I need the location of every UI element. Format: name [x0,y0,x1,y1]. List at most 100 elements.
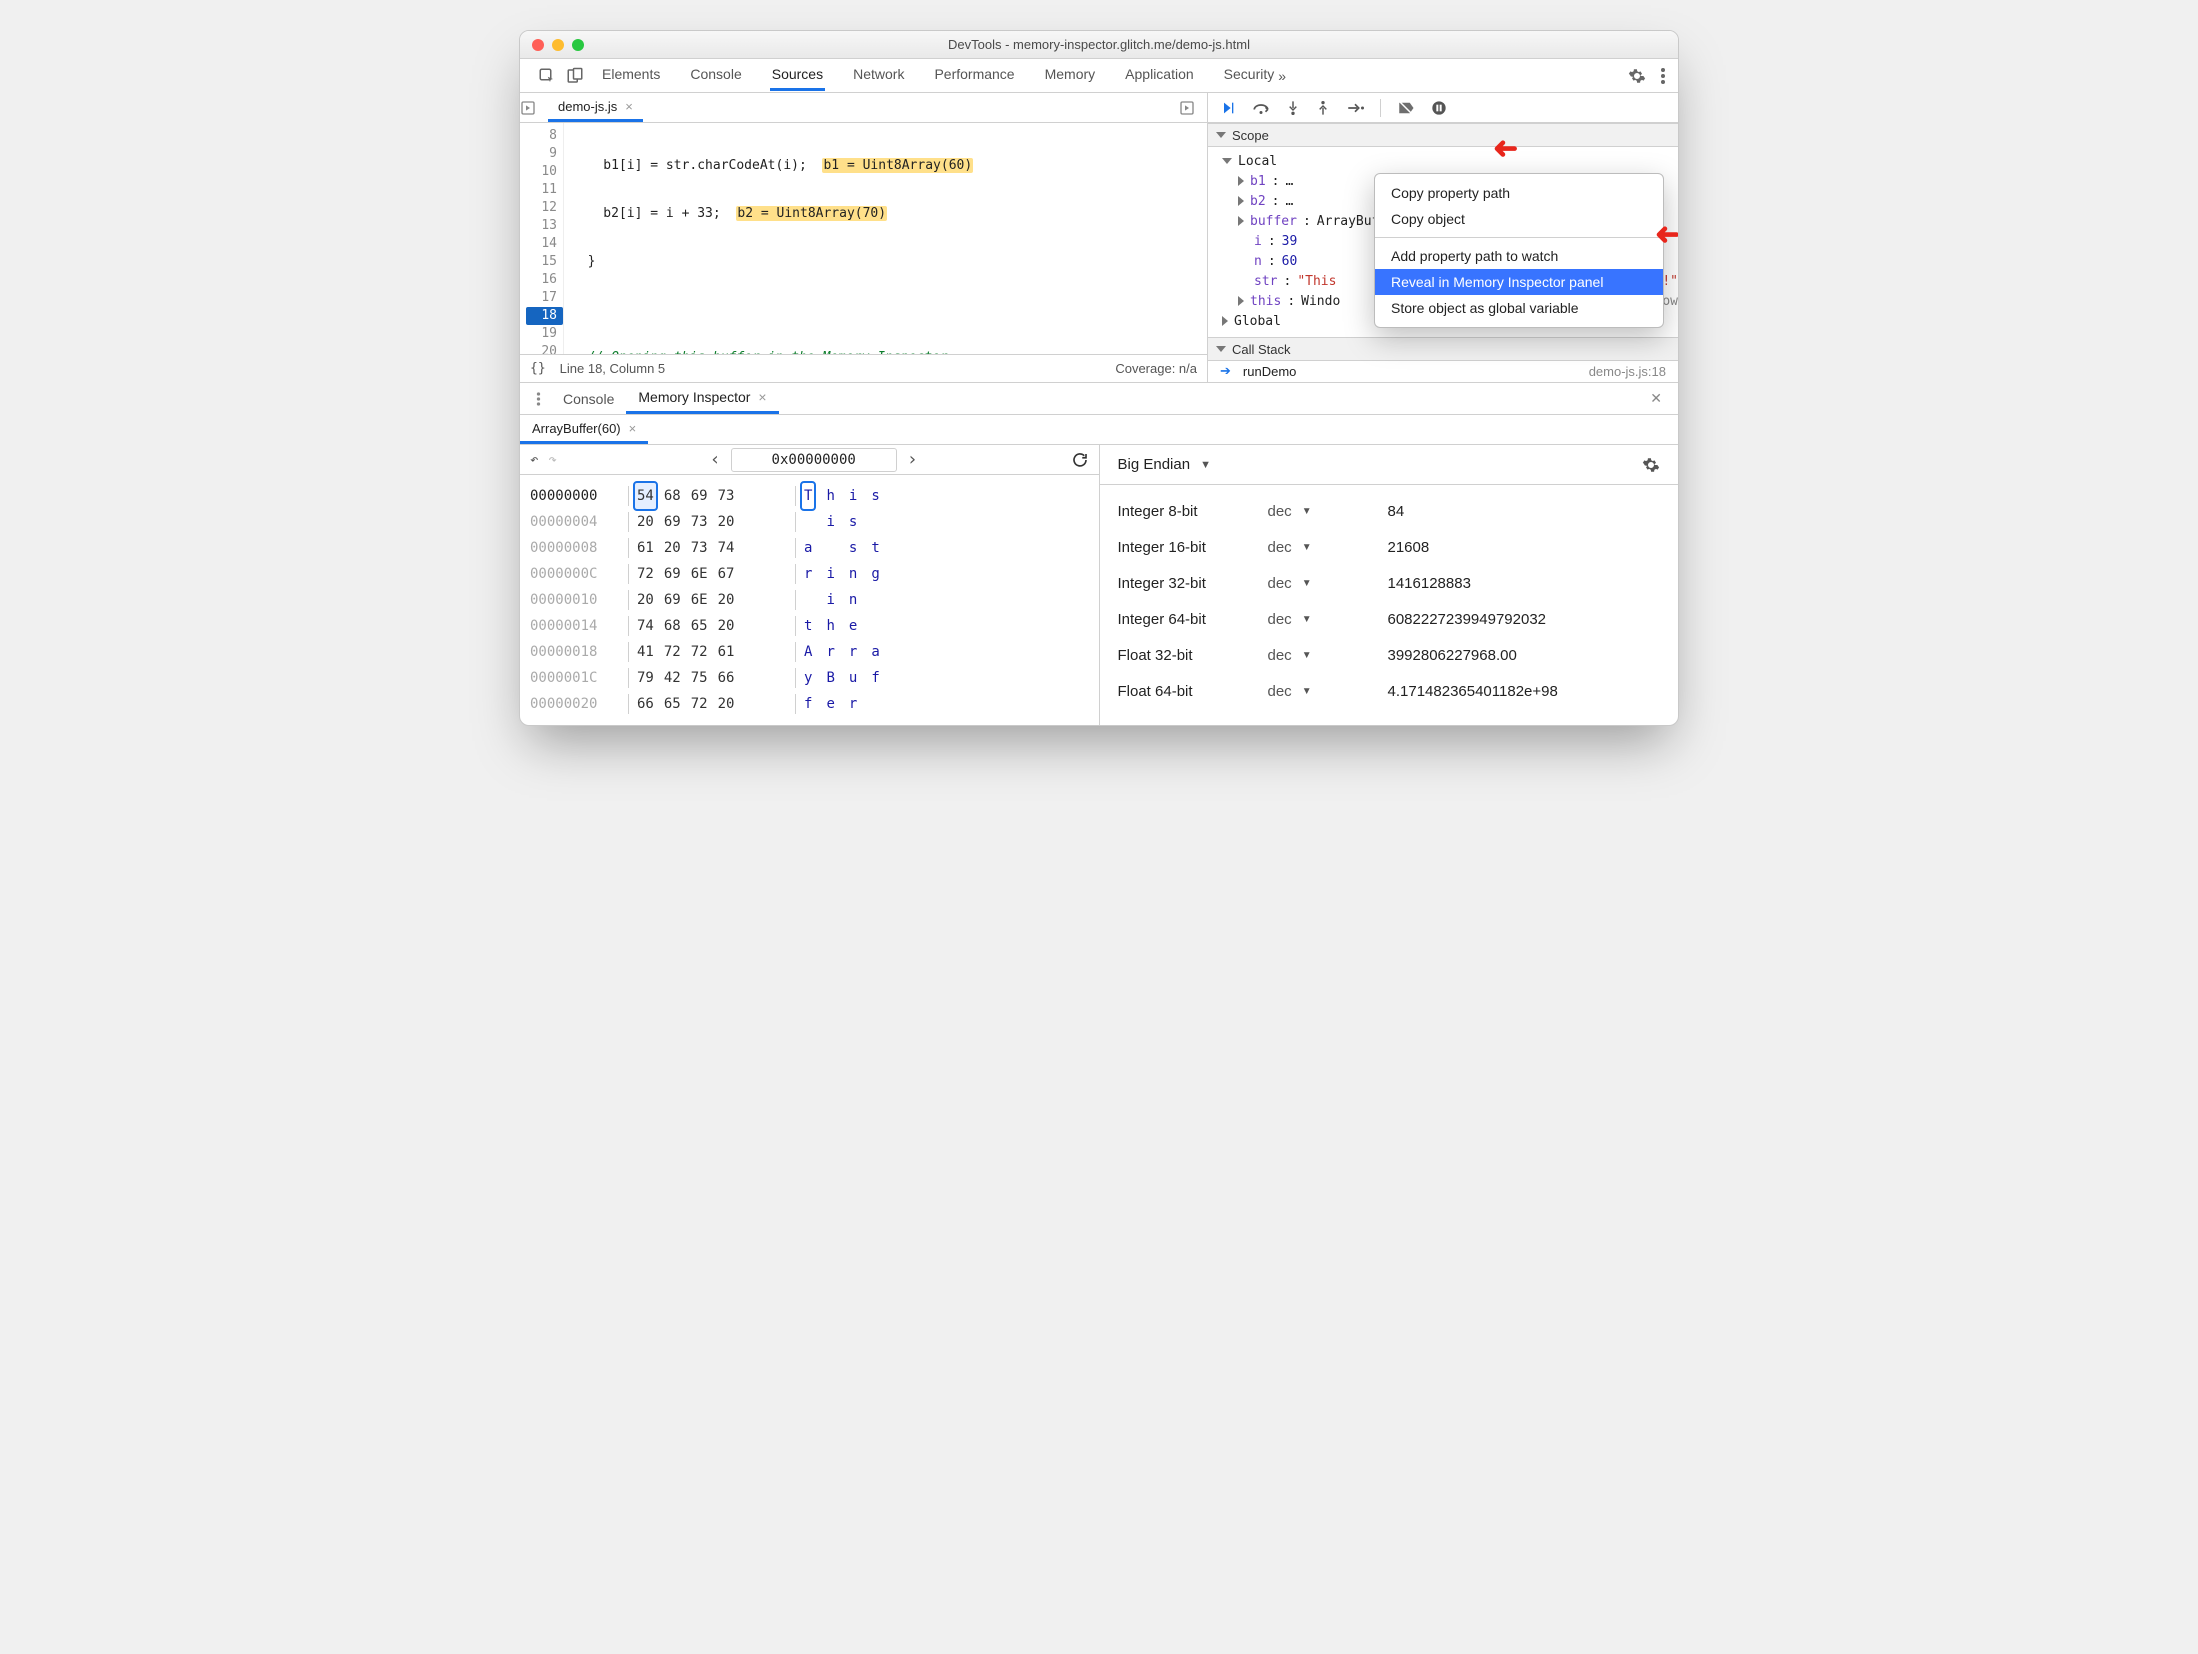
step-into-button[interactable] [1286,100,1300,116]
buffer-tab-arraybuffer[interactable]: ArrayBuffer(60) × [520,416,648,444]
drawer-tab-memory-inspector[interactable]: Memory Inspector× [626,383,778,414]
debugger-sidebar: Scope Local b1: … b2: … buffer: ArrayBuf… [1208,93,1678,382]
context-menu-item[interactable]: Add property path to watch [1375,243,1663,269]
interpretation-value: 4.171482365401182e+98 [1388,683,1661,700]
undo-nav-button[interactable]: ↶ [530,452,538,468]
minimize-window-button[interactable] [552,39,564,51]
hex-row[interactable]: 0000001C79427566yBuf [530,665,1089,691]
kebab-menu-icon[interactable] [1660,67,1666,85]
callstack-frame[interactable]: ➔ runDemo demo-js.js:18 [1208,361,1678,381]
file-tab-name: demo-js.js [558,99,617,114]
step-button[interactable] [1346,101,1364,115]
debugger-toolbar [1208,93,1678,123]
file-tab-demo-js[interactable]: demo-js.js × [548,94,643,122]
close-drawer-tab-icon[interactable]: × [758,389,766,405]
zoom-window-button[interactable] [572,39,584,51]
next-page-button[interactable]: › [907,449,918,470]
main-tab-elements[interactable]: Elements [600,60,662,91]
main-tab-sources[interactable]: Sources [770,60,825,91]
settings-gear-icon[interactable] [1628,67,1646,85]
close-file-tab-icon[interactable]: × [625,99,633,114]
hex-row[interactable]: 0000001474686520the [530,613,1089,639]
memory-inspector-panel: ↶ ↷ ‹ 0x00000000 › 0000000054686973This0… [520,445,1678,725]
callstack-section-header[interactable]: Call Stack [1208,337,1678,361]
dropdown-caret-icon: ▼ [1200,459,1211,471]
refresh-button[interactable] [1071,451,1089,469]
scope-section-header[interactable]: Scope [1208,123,1678,147]
main-tab-performance[interactable]: Performance [932,60,1016,91]
context-menu-item[interactable]: Reveal in Memory Inspector panel [1375,269,1663,295]
close-window-button[interactable] [532,39,544,51]
pretty-print-button[interactable]: {} [530,361,546,376]
hex-row[interactable]: 0000001020696E20 in [530,587,1089,613]
drawer-tab-console[interactable]: Console [551,385,626,413]
show-navigator-icon[interactable] [520,100,548,116]
context-menu-item[interactable]: Store object as global variable [1375,295,1663,321]
scope-local-header[interactable]: Local [1208,151,1678,171]
close-drawer-button[interactable]: ✕ [1640,390,1672,407]
step-out-button[interactable] [1316,100,1330,116]
address-input[interactable]: 0x00000000 [731,448,897,472]
main-tab-console[interactable]: Console [688,60,743,91]
window-title: DevTools - memory-inspector.glitch.me/de… [520,37,1678,52]
endianness-select[interactable]: Big Endian [1118,456,1191,473]
value-interpreter: Big Endian ▼ Integer 8-bitdec▼84Integer … [1100,445,1679,725]
hex-row[interactable]: 0000001841727261Arra [530,639,1089,665]
code-editor[interactable]: b1[i] = str.charCodeAt(i); b1 = Uint8Arr… [564,123,1207,354]
device-toolbar-icon[interactable] [566,67,584,85]
prev-page-button[interactable]: ‹ [710,449,721,470]
hex-row[interactable]: 0000000420697320 is [530,509,1089,535]
devtools-window: DevTools - memory-inspector.glitch.me/de… [519,30,1679,726]
step-over-button[interactable] [1252,100,1270,116]
chevron-right-icon [1238,196,1244,206]
interpretation-value: 1416128883 [1388,575,1661,592]
close-buffer-tab-icon[interactable]: × [629,421,637,436]
scope-context-menu: Copy property pathCopy object Add propert… [1374,173,1664,328]
drawer-tab-bar: Console Memory Inspector× ✕ [520,383,1678,415]
interpretation-mode-select[interactable]: dec▼ [1268,611,1388,628]
current-frame-arrow-icon: ➔ [1220,363,1231,379]
interpretation-row: Integer 64-bitdec▼6082227239949792032 [1118,601,1661,637]
context-menu-item[interactable]: Copy object [1375,206,1663,232]
interpretation-label: Float 32-bit [1118,647,1268,664]
main-tab-memory[interactable]: Memory [1043,60,1098,91]
interpretation-mode-select[interactable]: dec▼ [1268,683,1388,700]
chevron-right-icon [1238,216,1244,226]
interpretation-mode-select[interactable]: dec▼ [1268,647,1388,664]
context-menu-item[interactable]: Copy property path [1375,180,1663,206]
hex-row[interactable]: 0000000054686973This [530,483,1089,509]
tabs-overflow-button[interactable]: » [1276,62,1288,90]
annotation-arrow-icon: ➜ [1655,217,1679,252]
redo-nav-button[interactable]: ↷ [548,452,556,468]
interpretation-label: Integer 32-bit [1118,575,1268,592]
hex-row[interactable]: 0000002066657220fer [530,691,1089,717]
interpretation-label: Integer 64-bit [1118,611,1268,628]
main-tab-application[interactable]: Application [1123,60,1196,91]
main-tab-network[interactable]: Network [851,60,906,91]
interpretation-value: 3992806227968.00 [1388,647,1661,664]
cursor-position-label: Line 18, Column 5 [560,361,666,376]
resume-script-button[interactable] [1220,100,1236,116]
chevron-right-icon [1222,316,1228,326]
interpretation-row: Float 32-bitdec▼3992806227968.00 [1118,637,1661,673]
chevron-down-icon [1222,158,1232,164]
drawer-kebab-icon[interactable] [526,391,551,407]
pause-on-exceptions-button[interactable] [1431,100,1447,116]
more-tabs-icon[interactable] [1179,100,1207,116]
interpretation-mode-select[interactable]: dec▼ [1268,503,1388,520]
hex-row[interactable]: 0000000C72696E67ring [530,561,1089,587]
chevron-down-icon [1216,132,1226,138]
interpretation-row: Integer 16-bitdec▼21608 [1118,529,1661,565]
deactivate-breakpoints-button[interactable] [1397,100,1415,116]
inspect-element-icon[interactable] [538,67,556,85]
interpretation-mode-select[interactable]: dec▼ [1268,539,1388,556]
line-number-gutter[interactable]: 89101112131415161718192021 [520,123,564,354]
coverage-label: Coverage: n/a [1115,361,1197,376]
hex-viewer: ↶ ↷ ‹ 0x00000000 › 0000000054686973This0… [520,445,1100,725]
hex-row[interactable]: 0000000861207374a st [530,535,1089,561]
interpreter-settings-icon[interactable] [1642,456,1660,474]
interpretation-value: 21608 [1388,539,1661,556]
interpretation-label: Integer 16-bit [1118,539,1268,556]
interpretation-mode-select[interactable]: dec▼ [1268,575,1388,592]
main-tab-security[interactable]: Security [1222,60,1277,91]
